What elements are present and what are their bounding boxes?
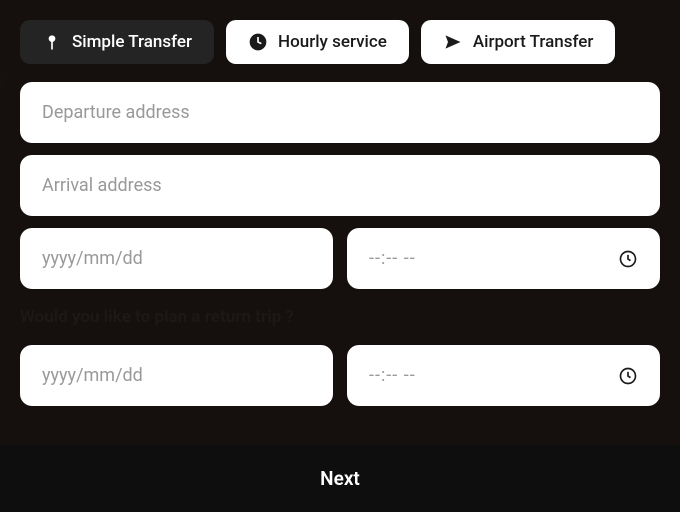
departure-datetime-row: --:-- -- — [20, 228, 660, 289]
next-button[interactable]: Next — [0, 445, 680, 512]
clock-icon — [248, 32, 268, 52]
clock-icon — [618, 249, 638, 269]
tab-label: Simple Transfer — [72, 32, 192, 52]
booking-form: Simple Transfer Hourly service Airport T… — [0, 0, 680, 438]
tab-airport-transfer[interactable]: Airport Transfer — [421, 20, 616, 64]
time-placeholder-text: --:-- -- — [369, 365, 416, 386]
departure-address-input[interactable] — [20, 82, 660, 143]
service-type-tabs: Simple Transfer Hourly service Airport T… — [20, 20, 660, 64]
arrival-address-input[interactable] — [20, 155, 660, 216]
clock-icon — [618, 366, 638, 386]
tab-label: Airport Transfer — [473, 32, 594, 52]
tab-simple-transfer[interactable]: Simple Transfer — [20, 20, 214, 64]
time-placeholder-text: --:-- -- — [369, 248, 416, 269]
tab-hourly-service[interactable]: Hourly service — [226, 20, 409, 64]
tab-label: Hourly service — [278, 32, 387, 52]
departure-time-input[interactable]: --:-- -- — [347, 228, 660, 289]
airplane-icon — [443, 32, 463, 52]
return-datetime-row: --:-- -- — [20, 345, 660, 406]
departure-date-input[interactable] — [20, 228, 333, 289]
return-trip-question: Would you like to plan a return trip ? — [20, 307, 660, 327]
pin-icon — [42, 32, 62, 52]
return-time-input[interactable]: --:-- -- — [347, 345, 660, 406]
return-date-input[interactable] — [20, 345, 333, 406]
